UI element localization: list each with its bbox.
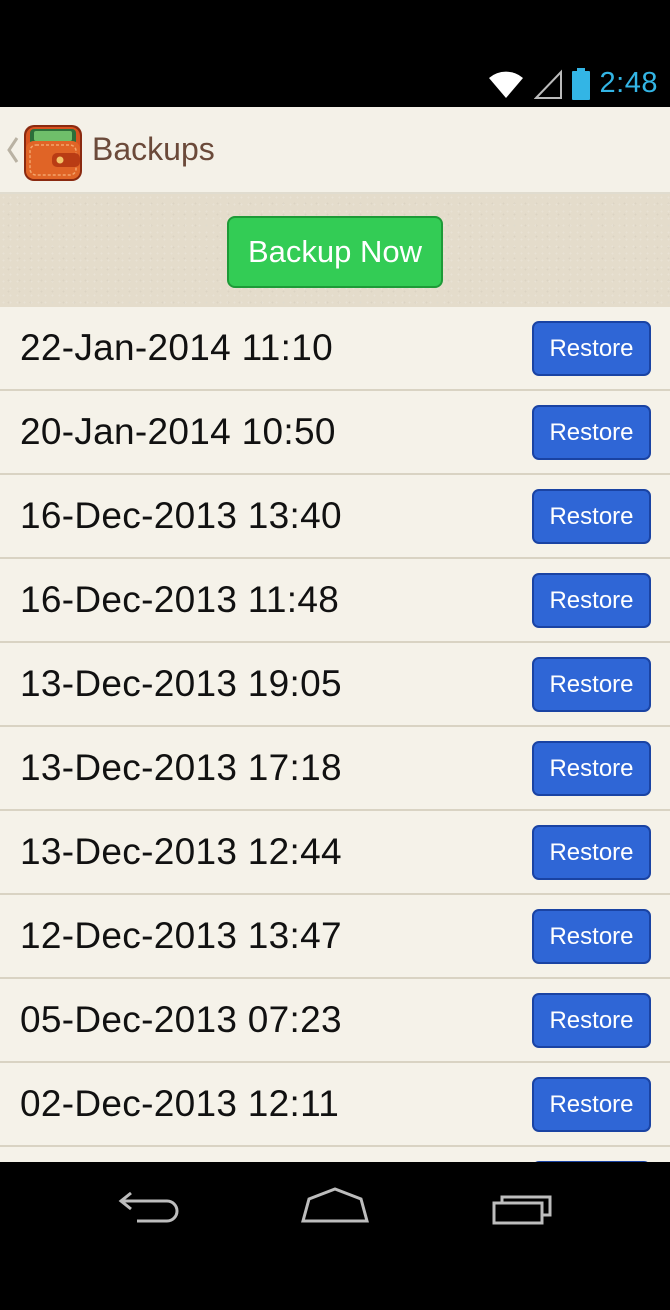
backup-row: 02-Dec-2013 12:11 Restore: [0, 1063, 670, 1147]
backup-date: 16-Dec-2013 11:48: [20, 579, 340, 620]
signal-icon: [533, 69, 562, 99]
wifi-icon: [488, 71, 523, 98]
home-icon: [301, 1187, 369, 1223]
home-button[interactable]: [290, 1182, 380, 1232]
recents-icon: [492, 1195, 552, 1225]
recents-button[interactable]: [478, 1182, 568, 1232]
backup-row: 22-Jan-2014 11:10 Restore: [0, 307, 670, 391]
restore-button[interactable]: Restore: [532, 573, 651, 628]
restore-button[interactable]: Restore: [532, 657, 651, 712]
restore-button[interactable]: Restore: [532, 909, 651, 964]
backup-date: 16-Dec-2013 13:40: [20, 495, 342, 536]
backup-date: 02-Dec-2013 12:11: [20, 1083, 340, 1124]
action-bar: Backups: [0, 107, 670, 194]
restore-button[interactable]: Restore: [532, 825, 651, 880]
backup-row: 12-Dec-2013 13:47 Restore: [0, 895, 670, 979]
navigation-bar: [0, 1162, 670, 1252]
backup-now-button[interactable]: Backup Now: [227, 216, 443, 288]
backup-row: 13-Dec-2013 12:44 Restore: [0, 811, 670, 895]
backup-row: 16-Dec-2013 13:40 Restore: [0, 475, 670, 559]
backup-header: Backup Now: [0, 194, 670, 307]
backup-list[interactable]: 22-Jan-2014 11:10 Restore 20-Jan-2014 10…: [0, 307, 670, 1162]
backup-date: 22-Jan-2014 11:10: [20, 327, 333, 368]
restore-button[interactable]: Restore: [532, 489, 651, 544]
up-caret-icon[interactable]: [6, 135, 20, 165]
backup-date: 20-Jan-2014 10:50: [20, 411, 336, 452]
status-icons: 2:48: [488, 60, 658, 107]
backup-date: 13-Dec-2013 12:44: [20, 831, 342, 872]
wallet-icon[interactable]: [22, 121, 84, 183]
backup-row: 13-Dec-2013 19:05 Restore: [0, 643, 670, 727]
battery-icon: [571, 67, 590, 100]
status-time: 2:48: [599, 67, 658, 99]
bottom-bezel: [0, 1252, 670, 1310]
backup-row: 20-Jan-2014 10:50 Restore: [0, 391, 670, 475]
backup-date: 05-Dec-2013 07:23: [20, 999, 342, 1040]
backup-date: 13-Dec-2013 17:18: [20, 747, 342, 788]
status-bar: 2:48: [0, 60, 670, 107]
backup-row: 13-Dec-2013 17:18 Restore: [0, 727, 670, 811]
backup-row: 05-Dec-2013 07:23 Restore: [0, 979, 670, 1063]
restore-button[interactable]: Restore: [532, 1077, 651, 1132]
phone-screen: 2:48 Backups Backup Now 22-Jan-2014 11:1…: [0, 0, 670, 1310]
page-title: Backups: [92, 131, 215, 167]
backup-date: 12-Dec-2013 13:47: [20, 915, 342, 956]
restore-button[interactable]: Restore: [532, 321, 651, 376]
backup-row-partial: [0, 1147, 670, 1162]
back-icon: [118, 1191, 179, 1223]
backup-date: 13-Dec-2013 19:05: [20, 663, 342, 704]
restore-button[interactable]: Restore: [532, 405, 651, 460]
back-button[interactable]: [104, 1182, 194, 1232]
restore-button[interactable]: Restore: [532, 741, 651, 796]
restore-button[interactable]: Restore: [532, 993, 651, 1048]
backup-row: 16-Dec-2013 11:48 Restore: [0, 559, 670, 643]
